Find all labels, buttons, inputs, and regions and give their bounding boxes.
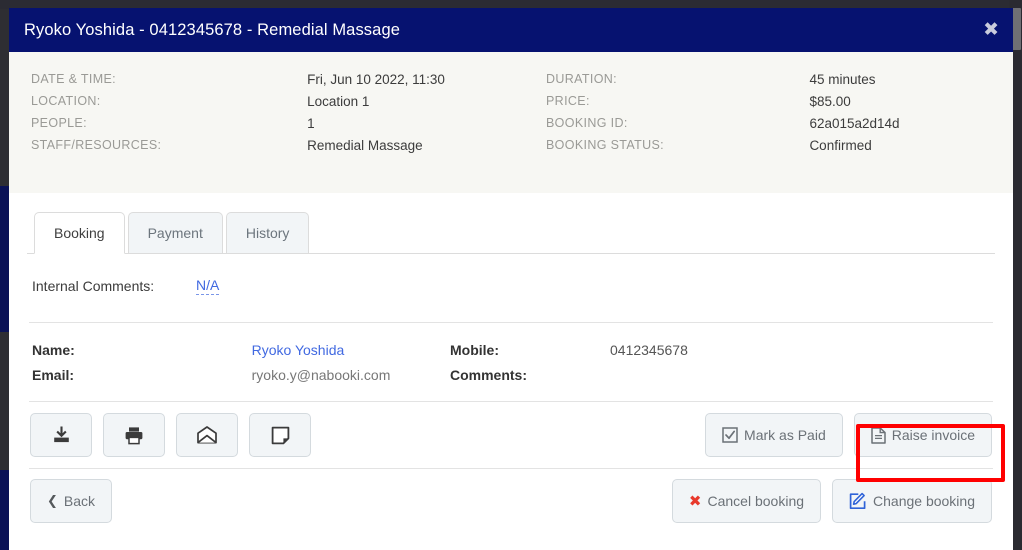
back-label: Back <box>63 493 96 509</box>
summary-label: DATE & TIME: <box>31 72 116 86</box>
footer-row: ❮ Back ✖ Cancel booking Change booking <box>27 473 995 523</box>
customer-email-value: ryoko.y@nabooki.com <box>251 367 391 383</box>
raise-invoice-button[interactable]: Raise invoice <box>853 413 992 457</box>
change-booking-label: Change booking <box>873 493 975 509</box>
tab-history[interactable]: History <box>225 212 310 253</box>
summary-value-people: 1 <box>307 116 315 131</box>
envelope-icon <box>196 426 218 444</box>
summary-column-right: DURATION: 45 minutes PRICE: $85.00 BOOKI… <box>546 72 991 193</box>
summary-label: BOOKING ID: <box>546 116 628 130</box>
mark-as-paid-label: Mark as Paid <box>744 427 826 443</box>
tab-bar: Booking Payment History <box>27 206 995 254</box>
summary-value-booking-id: 62a015a2d14d <box>809 116 900 131</box>
modal-header: Ryoko Yoshida - 0412345678 - Remedial Ma… <box>9 8 1013 52</box>
modal-title: Ryoko Yoshida - 0412345678 - Remedial Ma… <box>24 20 400 39</box>
summary-label: BOOKING STATUS: <box>546 138 664 152</box>
footer-button-group: ✖ Cancel booking Change booking <box>671 479 992 523</box>
customer-comments-value <box>610 367 688 383</box>
tab-payment[interactable]: Payment <box>127 212 223 253</box>
contact-column-left: Name: Ryoko Yoshida Email: ryoko.y@naboo… <box>32 342 450 383</box>
booking-detail-modal: Ryoko Yoshida - 0412345678 - Remedial Ma… <box>9 8 1013 550</box>
download-button[interactable] <box>30 413 92 457</box>
raise-invoice-label: Raise invoice <box>891 427 975 443</box>
note-icon <box>271 426 290 445</box>
booking-summary: DATE & TIME: Fri, Jun 10 2022, 11:30 LOC… <box>9 52 1013 193</box>
close-icon[interactable]: ✖ <box>983 20 999 40</box>
email-button[interactable] <box>176 413 238 457</box>
download-icon <box>52 425 71 445</box>
icon-button-group <box>30 413 311 457</box>
mobile-label: Mobile: <box>450 342 499 358</box>
summary-value-price: $85.00 <box>809 94 851 109</box>
document-icon <box>870 426 886 444</box>
modal-body: Booking Payment History Internal Comment… <box>9 193 1013 550</box>
contact-details: Name: Ryoko Yoshida Email: ryoko.y@naboo… <box>27 323 995 401</box>
summary-label: LOCATION: <box>31 94 101 108</box>
internal-comments-row: Internal Comments: N/A <box>27 254 995 322</box>
print-button[interactable] <box>103 413 165 457</box>
summary-label: PRICE: <box>546 94 590 108</box>
mark-as-paid-button[interactable]: Mark as Paid <box>705 413 843 457</box>
customer-name-link[interactable]: Ryoko Yoshida <box>252 342 450 358</box>
name-label: Name: <box>32 342 75 358</box>
customer-mobile-value: 0412345678 <box>610 342 688 358</box>
summary-label: PEOPLE: <box>31 116 87 130</box>
edit-square-icon <box>849 492 867 510</box>
summary-value-location: Location 1 <box>307 94 370 109</box>
summary-value-duration: 45 minutes <box>809 72 876 87</box>
payment-button-group: Mark as Paid Raise invoice <box>705 413 992 457</box>
internal-comments-label: Internal Comments: <box>32 278 155 294</box>
summary-value-booking-status: Confirmed <box>809 138 872 153</box>
back-button[interactable]: ❮ Back <box>30 479 113 523</box>
cancel-booking-button[interactable]: ✖ Cancel booking <box>671 479 822 523</box>
summary-column-left: DATE & TIME: Fri, Jun 10 2022, 11:30 LOC… <box>31 72 546 193</box>
internal-comments-value[interactable]: N/A <box>196 276 220 296</box>
comments-label: Comments: <box>450 367 528 383</box>
divider <box>29 468 993 469</box>
tab-booking[interactable]: Booking <box>34 212 125 254</box>
summary-label: STAFF/RESOURCES: <box>31 138 162 152</box>
action-row: Mark as Paid Raise invoice <box>27 402 995 468</box>
summary-label: DURATION: <box>546 72 617 86</box>
chevron-left-icon: ❮ <box>47 493 58 509</box>
summary-value-staff: Remedial Massage <box>307 138 423 153</box>
print-icon <box>124 426 144 445</box>
change-booking-button[interactable]: Change booking <box>832 479 992 523</box>
checkbox-icon <box>722 427 738 443</box>
email-label: Email: <box>32 367 75 383</box>
cancel-booking-label: Cancel booking <box>707 493 805 509</box>
summary-value-date-time: Fri, Jun 10 2022, 11:30 <box>307 72 445 87</box>
backdrop-stripe <box>0 186 9 332</box>
contact-column-right: Mobile: 0412345678 Comments: <box>450 342 688 383</box>
note-button[interactable] <box>249 413 311 457</box>
backdrop-stripe <box>0 470 9 550</box>
close-x-icon: ✖ <box>688 492 702 510</box>
